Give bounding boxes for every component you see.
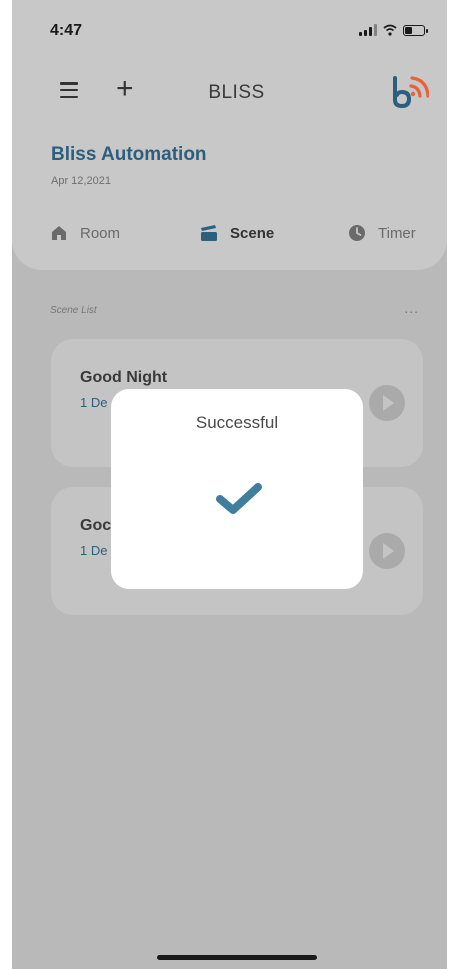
home-indicator[interactable] (157, 955, 317, 960)
organization-name: Bliss Automation (51, 144, 207, 165)
tab-scene[interactable]: Scene (200, 220, 274, 246)
play-icon[interactable] (369, 533, 405, 569)
status-bar: 4:47 (12, 0, 447, 60)
scene-name: Good Night (80, 369, 168, 386)
scene-list-label: Scene List (50, 305, 97, 316)
clock-icon (349, 225, 365, 241)
tab-scene-label: Scene (230, 224, 275, 242)
clapper-icon (201, 225, 217, 241)
tab-timer-label: Timer (378, 224, 416, 242)
success-dialog: Successful (111, 389, 363, 589)
signal-icon (359, 24, 377, 36)
play-icon[interactable] (369, 385, 405, 421)
scene-devices: 1 De (80, 395, 108, 410)
battery-icon (403, 24, 428, 36)
bliss-logo-icon (393, 76, 429, 109)
tab-room[interactable]: Room (50, 220, 120, 246)
check-icon (216, 483, 262, 514)
tab-room-label: Room (80, 224, 121, 242)
top-bar: + BLISS (12, 70, 447, 114)
status-icons (359, 24, 428, 36)
scene-devices: 1 De (80, 543, 108, 558)
scene-name: Goc (80, 517, 112, 534)
more-options-button[interactable]: ... (404, 300, 419, 316)
organization-date: Apr 12,2021 (51, 175, 111, 187)
home-icon (52, 226, 66, 240)
wifi-icon (383, 24, 397, 36)
app-title: BLISS (208, 82, 265, 103)
tab-bar: Room Scene Timer (12, 220, 447, 246)
tab-timer[interactable]: Timer (348, 220, 416, 246)
dialog-title: Successful (195, 413, 279, 432)
app-screen: 4:47 + BLISS Bliss Automation Apr 12,202… (12, 0, 447, 969)
status-time: 4:47 (50, 22, 83, 39)
